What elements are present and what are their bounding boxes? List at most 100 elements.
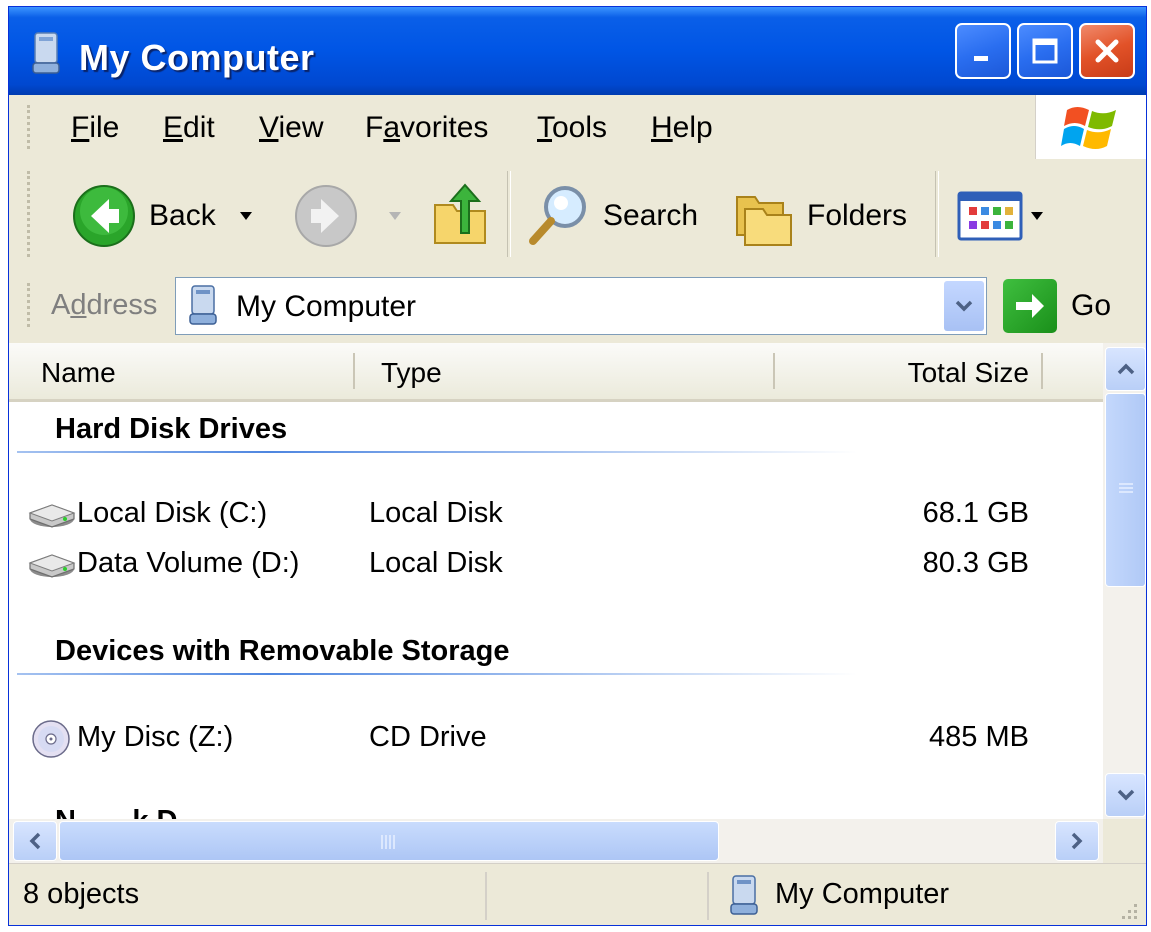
folders-button[interactable]: Folders xyxy=(731,183,907,249)
address-input[interactable]: My Computer xyxy=(175,277,987,335)
close-button[interactable] xyxy=(1079,23,1135,79)
forward-button[interactable] xyxy=(293,183,403,249)
go-label: Go xyxy=(1071,289,1112,322)
vertical-scrollbar[interactable] xyxy=(1103,343,1146,819)
my-computer-icon xyxy=(730,875,758,915)
menu-edit[interactable]: Edit xyxy=(163,111,215,145)
list-item[interactable]: Data Volume (D:) Local Disk 80.3 GB xyxy=(9,543,1049,587)
folders-icon xyxy=(736,196,792,246)
horizontal-scrollbar[interactable] xyxy=(9,819,1103,863)
menu-grip[interactable] xyxy=(27,105,34,149)
go-arrow-icon xyxy=(1003,279,1057,333)
item-type: Local Disk xyxy=(369,547,503,579)
group-title: Hard Disk Drives xyxy=(55,413,288,445)
item-size: 68.1 GB xyxy=(922,497,1029,529)
cd-drive-icon xyxy=(32,720,70,758)
menu-help[interactable]: Help xyxy=(651,111,713,145)
item-name: My Disc (Z:) xyxy=(77,721,234,753)
menu-tools[interactable]: Tools xyxy=(537,111,607,145)
toolbar-separator xyxy=(507,171,511,257)
item-type: Local Disk xyxy=(369,497,503,529)
grip-icon xyxy=(1119,483,1133,493)
resize-grip-icon[interactable] xyxy=(1118,900,1140,922)
item-name: Local Disk (C:) xyxy=(77,497,268,529)
go-button[interactable]: Go xyxy=(1003,279,1111,333)
item-size: 485 MB xyxy=(929,721,1029,753)
group-divider xyxy=(17,673,857,675)
menu-view[interactable]: View xyxy=(259,111,323,145)
menu-file[interactable]: File xyxy=(71,111,119,145)
scroll-left-button[interactable] xyxy=(13,821,57,861)
chevron-right-icon xyxy=(1071,832,1083,850)
address-label: Address xyxy=(51,289,158,321)
up-folder-button[interactable] xyxy=(431,181,491,247)
back-label: Back xyxy=(149,199,216,232)
forward-dropdown-icon[interactable] xyxy=(387,210,403,222)
column-resize-handle[interactable] xyxy=(773,353,775,389)
column-name-header[interactable]: Name xyxy=(41,357,116,389)
minimize-button[interactable] xyxy=(955,23,1011,79)
window-title: My Computer xyxy=(79,37,315,78)
toolbar-grip[interactable] xyxy=(27,171,34,257)
address-dropdown-button[interactable] xyxy=(944,281,984,331)
my-computer-icon xyxy=(189,285,217,325)
column-resize-handle[interactable] xyxy=(1041,353,1043,389)
back-dropdown-icon[interactable] xyxy=(238,210,254,222)
toolbar-separator xyxy=(935,171,939,257)
group-title: Devices with Removable Storage xyxy=(55,635,510,667)
views-dropdown-icon[interactable] xyxy=(1029,210,1045,222)
my-computer-icon xyxy=(32,32,60,74)
explorer-window: My Computer File Edit View Favorites Too… xyxy=(8,6,1147,926)
item-name: Data Volume (D:) xyxy=(77,547,300,579)
back-button[interactable]: Back xyxy=(71,183,254,249)
minimize-icon xyxy=(974,56,988,61)
grip-icon xyxy=(381,835,395,849)
scrollbar-corner xyxy=(1103,819,1146,863)
chevron-down-icon xyxy=(955,300,973,312)
chevron-down-icon xyxy=(1117,789,1134,801)
address-grip[interactable] xyxy=(27,283,34,327)
forward-arrow-icon xyxy=(295,185,357,247)
list-item[interactable]: My Disc (Z:) CD Drive 485 MB xyxy=(9,717,1049,761)
scroll-up-button[interactable] xyxy=(1105,347,1146,391)
up-folder-icon xyxy=(434,183,486,244)
menu-favorites[interactable]: Favorites xyxy=(365,111,488,145)
maximize-icon xyxy=(1032,38,1058,64)
maximize-button[interactable] xyxy=(1017,23,1073,79)
back-arrow-icon xyxy=(73,185,135,247)
folders-label: Folders xyxy=(807,199,908,232)
views-icon xyxy=(957,191,1023,241)
status-pane-objects: 8 objects xyxy=(9,872,487,920)
horizontal-scroll-thumb[interactable] xyxy=(59,821,719,861)
chevron-left-icon xyxy=(29,832,41,850)
search-icon xyxy=(529,186,586,245)
file-list[interactable]: Name Type Total Size Hard Disk Drives Lo… xyxy=(9,343,1103,819)
column-resize-handle[interactable] xyxy=(353,353,355,389)
list-item[interactable]: Local Disk (C:) Local Disk 68.1 GB xyxy=(9,493,1049,537)
scroll-right-button[interactable] xyxy=(1055,821,1099,861)
windows-logo xyxy=(1035,95,1146,159)
address-value: My Computer xyxy=(236,290,417,323)
column-total-size-header[interactable]: Total Size xyxy=(908,357,1029,389)
title-bar[interactable]: My Computer xyxy=(9,7,1146,95)
vertical-scroll-thumb[interactable] xyxy=(1105,393,1146,587)
item-size: 80.3 GB xyxy=(922,547,1029,579)
scroll-down-button[interactable] xyxy=(1105,773,1146,817)
chevron-up-icon xyxy=(1117,363,1134,375)
group-title-partial: N k D xyxy=(55,805,177,819)
close-icon xyxy=(1095,39,1119,63)
column-type-header[interactable]: Type xyxy=(381,357,442,389)
address-bar: Address My Computer Go xyxy=(9,269,1146,344)
search-label: Search xyxy=(603,199,699,232)
views-button[interactable] xyxy=(957,189,1045,243)
search-button[interactable]: Search xyxy=(527,183,698,249)
status-object-count: 8 objects xyxy=(23,878,140,910)
menu-bar: File Edit View Favorites Tools Help xyxy=(9,95,1146,160)
column-header: Name Type Total Size xyxy=(9,343,1103,402)
status-bar: 8 objects My Computer xyxy=(9,863,1146,925)
windows-flag-icon xyxy=(1061,107,1116,149)
status-location: My Computer xyxy=(775,878,950,910)
group-divider xyxy=(17,451,857,453)
item-type: CD Drive xyxy=(369,721,487,753)
hard-drive-icon xyxy=(28,554,76,578)
